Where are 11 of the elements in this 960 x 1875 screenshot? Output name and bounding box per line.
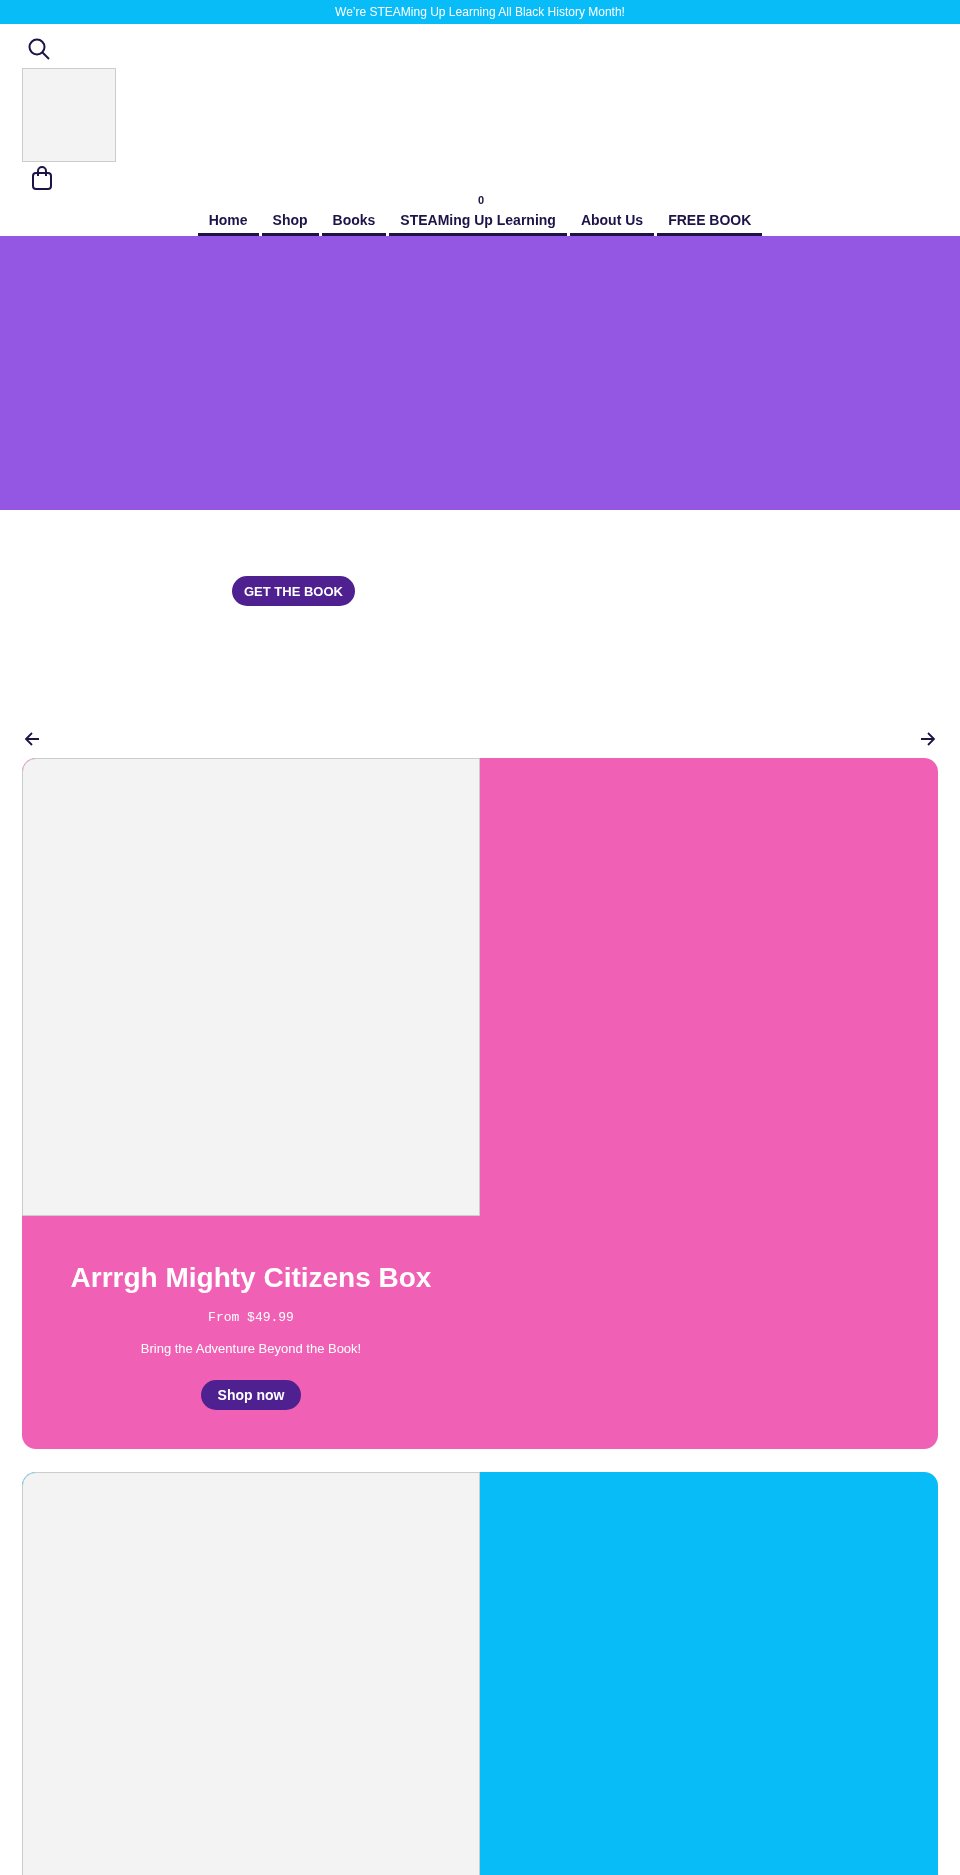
shop-now-button[interactable]: Shop now (200, 1380, 302, 1410)
cart-count: 0 (478, 194, 485, 206)
product-title: Arrrgh Mighty Citizens Box (70, 1262, 432, 1294)
search-icon[interactable] (28, 38, 50, 60)
announcement-bar: We’re STEAMing Up Learning All Black History Month! (0, 0, 960, 24)
arrow-right-icon[interactable] (920, 732, 936, 746)
product-tagline: Bring the Adventure Beyond the Book! (140, 1341, 362, 1356)
arrow-left-icon[interactable] (24, 732, 40, 746)
shopping-bag-icon[interactable] (32, 166, 52, 190)
product-price: From $49.99 (208, 1310, 294, 1325)
get-book-button[interactable]: GET THE BOOK (232, 576, 355, 606)
